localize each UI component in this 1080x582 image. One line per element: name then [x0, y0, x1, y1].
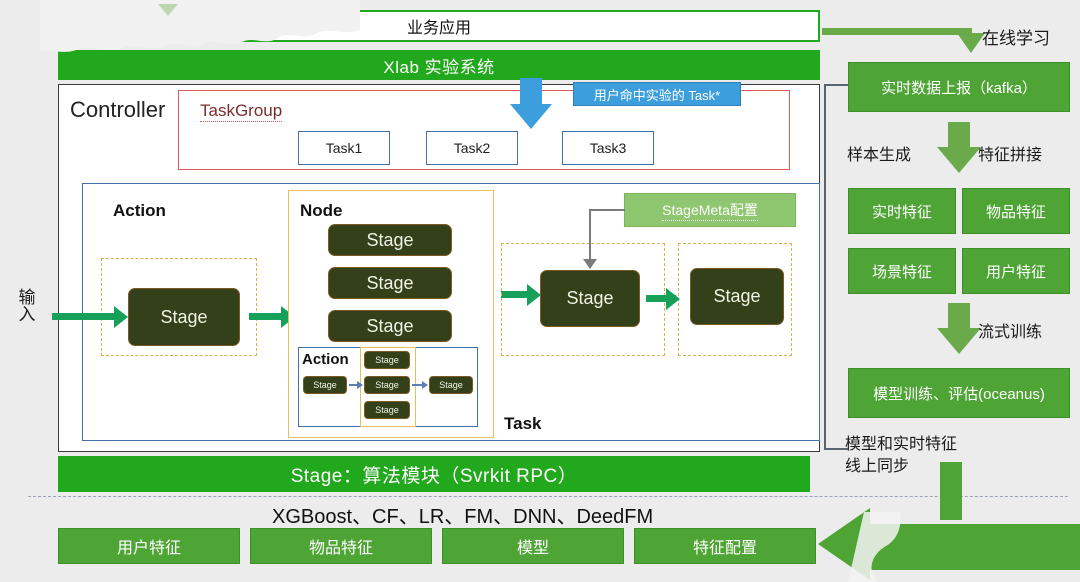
xlab-system-label: Xlab 实验系统: [383, 57, 495, 77]
stagemeta-line-v: [589, 209, 591, 261]
bottom-box-model-label: 模型: [516, 540, 549, 557]
bottom-box-item-feature[interactable]: 物品特征: [250, 528, 432, 564]
algo-module-bar: Stage：算法模块（Svrkit RPC）: [58, 456, 810, 492]
task-stage-1-label: Stage: [566, 288, 614, 308]
hit-task-arrow-shaft: [520, 78, 542, 106]
model-training-box[interactable]: 模型训练、评估(oceanus): [848, 368, 1070, 418]
watermark-wedge-bottom: [848, 512, 901, 582]
inner-action-stage-mid-1[interactable]: Stage: [364, 351, 410, 369]
inner-arrow-2-head: [422, 381, 428, 389]
section-divider: [28, 496, 1068, 497]
node-stage-1[interactable]: Stage: [328, 224, 452, 256]
feature-box-scene[interactable]: 场景特征: [848, 248, 956, 294]
inner-action-stage-mid-1-label: Stage: [375, 355, 399, 365]
task-2-label: Task2: [453, 140, 491, 156]
inner-action-stage-mid-2[interactable]: Stage: [364, 376, 410, 394]
bottom-box-feature-config-label: 特征配置: [692, 540, 757, 557]
inner-action-stage-mid-2-label: Stage: [375, 380, 399, 390]
feature-box-realtime[interactable]: 实时特征: [848, 188, 956, 234]
streaming-training-label: 流式训练: [978, 324, 1043, 341]
sync-note-line-2: 线上同步: [845, 458, 910, 475]
sample-arrow-shaft: [948, 122, 970, 148]
input-arrow-shaft: [52, 313, 114, 320]
streaming-arrow-shaft: [948, 303, 970, 329]
node-label: Node: [300, 201, 343, 220]
input-label: 输入: [15, 288, 35, 322]
task-1[interactable]: Task1: [298, 131, 390, 165]
stage-action-left-label: Stage: [160, 306, 208, 327]
watermark-cloud-overlay: [40, 0, 360, 52]
feature-box-realtime-label: 实时特征: [871, 203, 932, 221]
task-3[interactable]: Task3: [562, 131, 654, 165]
algorithms-label: XGBoost、CF、LR、FM、DNN、DeedFM: [272, 506, 654, 528]
bottom-box-user-feature[interactable]: 用户特征: [58, 528, 240, 564]
stage-action-left[interactable]: Stage: [128, 288, 240, 346]
task-stage-2[interactable]: Stage: [690, 268, 784, 325]
task-stage-arrow-head: [666, 288, 680, 310]
inner-action-stage-right[interactable]: Stage: [429, 376, 473, 394]
feature-box-user-label: 用户特征: [985, 263, 1046, 281]
bottom-box-item-feature-label: 物品特征: [308, 540, 373, 557]
sample-arrow-head: [937, 147, 981, 173]
sync-return-line-bottom: [824, 448, 848, 450]
node-stage-2-label: Stage: [366, 272, 414, 293]
inner-action-stage-right-label: Stage: [439, 380, 463, 390]
bottom-box-user-feature-label: 用户特征: [116, 540, 181, 557]
feature-box-item-label: 物品特征: [985, 203, 1046, 221]
diagram-canvas: 业务应用 Xlab 实验系统 Controller TaskGroup Task…: [0, 0, 1080, 582]
stagemeta-config-label: StageMeta配置: [662, 200, 758, 221]
hit-task-label-box: 用户命中实验的 Task*: [573, 82, 741, 106]
action-label-left: Action: [113, 201, 166, 220]
task-1-label: Task1: [325, 140, 363, 156]
task-outer-label: Task: [504, 414, 542, 433]
node-stage-3-label: Stage: [366, 315, 414, 336]
realtime-report-box[interactable]: 实时数据上报（kafka）: [848, 62, 1070, 112]
stagemeta-arrow-head: [583, 259, 597, 269]
hit-task-label: 用户命中实验的 Task*: [593, 87, 721, 103]
task-2[interactable]: Task2: [426, 131, 518, 165]
sync-return-line-v: [824, 84, 826, 450]
task-stage-1[interactable]: Stage: [540, 270, 640, 327]
hit-task-arrow-head: [510, 104, 552, 129]
online-learning-label: 在线学习: [982, 29, 1050, 48]
bottom-box-feature-config[interactable]: 特征配置: [634, 528, 816, 564]
feature-join-label: 特征拼接: [978, 147, 1043, 164]
stagemeta-config-box[interactable]: StageMeta配置: [624, 193, 796, 227]
inner-action-stage-mid-3[interactable]: Stage: [364, 401, 410, 419]
streaming-arrow-head: [937, 328, 981, 354]
sync-return-line-top: [824, 84, 848, 86]
inner-arrow-1-head: [357, 381, 363, 389]
sample-generation-label: 样本生成: [847, 147, 912, 164]
feature-box-user[interactable]: 用户特征: [962, 248, 1070, 294]
node-stage-3[interactable]: Stage: [328, 310, 452, 342]
feature-box-scene-label: 场景特征: [871, 263, 932, 281]
inner-action-stage-left[interactable]: Stage: [303, 376, 347, 394]
online-learning-arrow-head: [957, 33, 985, 53]
node-stage-1-label: Stage: [366, 229, 414, 250]
stagemeta-line-h: [589, 209, 625, 211]
action-to-node-arrow-shaft: [249, 313, 281, 320]
realtime-report-label: 实时数据上报（kafka）: [881, 79, 1037, 97]
model-training-label: 模型训练、评估(oceanus): [873, 385, 1045, 403]
inner-action-stage-left-label: Stage: [313, 380, 337, 390]
bottom-box-model[interactable]: 模型: [442, 528, 624, 564]
sync-note-line-1: 模型和实时特征: [845, 436, 958, 453]
business-app-label: 业务应用: [406, 20, 471, 37]
feature-box-item[interactable]: 物品特征: [962, 188, 1070, 234]
task-3-label: Task3: [589, 140, 627, 156]
online-learning-arrow-shaft: [822, 28, 972, 35]
node-stage-2[interactable]: Stage: [328, 267, 452, 299]
inner-action-label: Action: [302, 351, 349, 368]
task-stage-2-label: Stage: [713, 286, 761, 306]
algo-module-label: Stage：算法模块（Svrkit RPC）: [290, 465, 578, 487]
input-arrow-head: [114, 306, 128, 328]
controller-label: Controller: [70, 97, 166, 122]
inner-action-stage-mid-3-label: Stage: [375, 405, 399, 415]
taskgroup-label: TaskGroup: [200, 101, 283, 122]
